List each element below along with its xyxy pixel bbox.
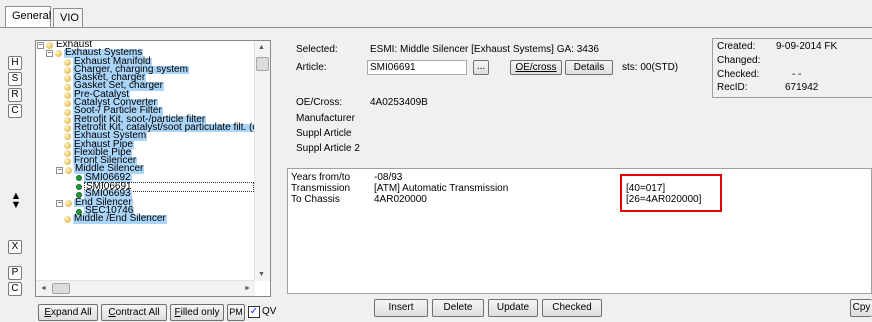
tree-leaf-selected[interactable]: SMI06691 xyxy=(36,181,255,193)
folder-icon xyxy=(64,108,71,116)
article-dot-icon xyxy=(76,183,82,190)
folder-icon xyxy=(64,91,71,99)
article-dot-icon xyxy=(76,175,82,182)
oe-cross-button[interactable]: OE/cross xyxy=(510,60,562,75)
tree-item[interactable]: Gasket Set, charger xyxy=(36,81,255,91)
selected-label: Selected: xyxy=(296,44,338,55)
tab-divider xyxy=(0,27,872,28)
article-input[interactable]: SMI06691 xyxy=(367,60,467,75)
copy-button[interactable]: Cpy xyxy=(850,299,872,317)
folder-icon xyxy=(64,141,71,149)
filled-only-button[interactable]: Filled only xyxy=(170,304,224,321)
chassis-value: 4AR020000 xyxy=(374,194,427,205)
side-button-c[interactable]: C xyxy=(8,104,22,118)
folder-icon xyxy=(64,83,71,91)
years-value: -08/93 xyxy=(374,172,403,183)
tree-item[interactable]: Exhaust Pipe xyxy=(36,139,255,149)
side-button-h[interactable]: H xyxy=(8,56,22,70)
created-value: 9-09-2014 FK xyxy=(776,41,838,52)
transmission-value: [ATM] Automatic Transmission xyxy=(374,183,509,194)
hscroll-thumb[interactable] xyxy=(52,283,70,294)
article-label: Article: xyxy=(296,62,327,73)
delete-button[interactable]: Delete xyxy=(432,299,484,317)
years-label: Years from/to xyxy=(291,172,351,183)
status-text: sts: 00(STD) xyxy=(622,62,679,73)
folder-icon xyxy=(64,67,71,75)
created-label: Created: xyxy=(717,41,756,52)
category-tree[interactable]: − Exhaust − Exhaust Systems Exhaust Manifo… xyxy=(35,40,271,297)
recid-value: 671942 xyxy=(785,82,819,93)
tab-vio[interactable]: VIO xyxy=(53,8,83,27)
move-up-down-icon[interactable]: ▲ ▼ xyxy=(9,191,23,214)
contract-all-button[interactable]: Contract All xyxy=(101,304,167,321)
folder-icon xyxy=(64,125,71,133)
folder-icon xyxy=(46,42,53,50)
collapse-icon[interactable]: − xyxy=(46,50,53,58)
browse-button[interactable]: ... xyxy=(473,60,489,75)
folder-icon xyxy=(65,166,72,174)
tab-general[interactable]: General xyxy=(5,6,51,27)
side-button-r[interactable]: R xyxy=(8,88,22,102)
side-button-x[interactable]: X xyxy=(8,240,22,254)
details-button[interactable]: Details xyxy=(565,60,613,75)
tree-vertical-scrollbar[interactable]: ▲ ▼ xyxy=(254,41,270,281)
tree-content: − Exhaust − Exhaust Systems Exhaust Manifo… xyxy=(36,41,255,281)
update-button[interactable]: Update xyxy=(488,299,538,317)
scroll-down-icon[interactable]: ▼ xyxy=(258,271,265,278)
qv-label: QV xyxy=(262,306,277,317)
tree-item[interactable]: Charger, charging system xyxy=(36,64,255,75)
suppl-article-label: Suppl Article xyxy=(296,128,352,139)
tree-item[interactable]: Middle /End Silencer xyxy=(36,214,255,224)
scroll-right-icon[interactable]: ► xyxy=(244,285,251,292)
code-value-2: [26=4AR020000] xyxy=(626,194,702,205)
collapse-icon[interactable]: − xyxy=(37,42,44,50)
folder-icon xyxy=(64,58,71,66)
folder-icon xyxy=(64,133,71,141)
tree-leaf[interactable]: SMI06692 xyxy=(36,172,255,182)
folder-icon xyxy=(64,158,71,166)
scroll-thumb[interactable] xyxy=(256,57,269,71)
suppl-article2-label: Suppl Article 2 xyxy=(296,143,360,154)
side-button-s[interactable]: S xyxy=(8,72,22,86)
folder-icon xyxy=(65,199,72,207)
changed-label: Changed: xyxy=(717,55,761,66)
folder-icon xyxy=(64,149,71,157)
side-button-c2[interactable]: C xyxy=(8,282,22,296)
tree-item[interactable]: Flexible Pipe xyxy=(36,147,255,158)
collapse-icon[interactable]: − xyxy=(56,199,63,207)
chassis-label: To Chassis xyxy=(291,194,340,205)
side-button-p[interactable]: P xyxy=(8,266,22,280)
tree-item[interactable]: − End Silencer xyxy=(36,197,255,207)
recid-label: RecID: xyxy=(717,82,748,93)
folder-icon xyxy=(64,216,71,224)
checked-value: - - xyxy=(792,69,802,80)
selected-value: ESMI: Middle Silencer [Exhaust Systems] … xyxy=(370,44,599,55)
transmission-label: Transmission xyxy=(291,183,351,194)
tree-item[interactable]: − Middle Silencer xyxy=(36,164,255,174)
checked-label: Checked: xyxy=(717,69,760,80)
tree-horizontal-scrollbar[interactable]: ◄ ► xyxy=(36,280,255,296)
qv-checkbox[interactable]: ✓ xyxy=(248,306,260,318)
folder-icon xyxy=(64,116,71,124)
oecross-value: 4A0253409B xyxy=(370,97,428,108)
insert-button[interactable]: Insert xyxy=(374,299,428,317)
folder-icon xyxy=(64,100,71,108)
manufacturer-label: Manufacturer xyxy=(296,113,355,124)
expand-all-button[interactable]: Expand All xyxy=(38,304,98,321)
pm-button[interactable]: PM xyxy=(227,304,245,321)
folder-icon xyxy=(55,50,62,58)
scroll-up-icon[interactable]: ▲ xyxy=(258,44,265,51)
oecross-label: OE/Cross: xyxy=(296,97,343,108)
collapse-icon[interactable]: − xyxy=(56,166,63,174)
tree-leaf[interactable]: SMI06693 xyxy=(36,189,255,199)
code-value-1: [40=017] xyxy=(626,183,666,194)
tree-item[interactable]: Front Silencer xyxy=(36,155,255,166)
tree-item[interactable]: Exhaust System xyxy=(36,131,255,141)
scroll-left-icon[interactable]: ◄ xyxy=(40,285,47,292)
folder-icon xyxy=(64,75,71,83)
checked-button[interactable]: Checked xyxy=(542,299,602,317)
